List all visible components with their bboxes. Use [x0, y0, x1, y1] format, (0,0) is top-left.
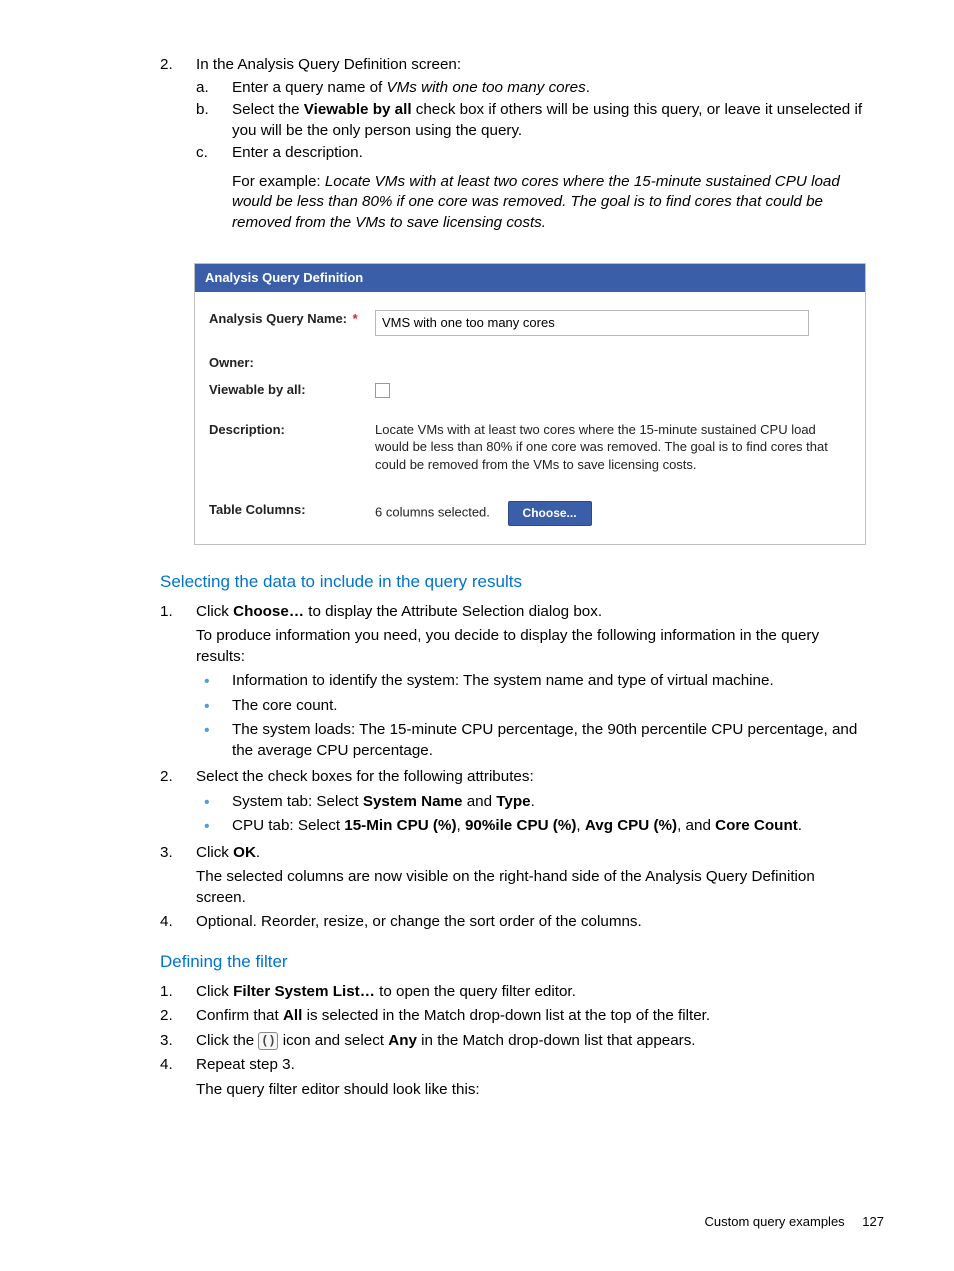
step-2a-num: a.: [196, 78, 209, 99]
list-item: The system loads: The 15-minute CPU perc…: [196, 720, 864, 761]
description-label: Description:: [209, 421, 375, 439]
list-item: The core count.: [196, 696, 864, 717]
step-2c-line1: Enter a description.: [232, 144, 363, 161]
sel-s1-num: 1.: [160, 602, 173, 623]
table-columns-value: 6 columns selected.: [375, 505, 490, 520]
defining-step-3: 3. Click the ( ) icon and select Any in …: [160, 1031, 864, 1052]
defining-step-2: 2. Confirm that All is selected in the M…: [160, 1006, 864, 1027]
query-name-label: Analysis Query Name: *: [209, 310, 375, 328]
step-2b-num: b.: [196, 100, 209, 121]
step-2a-pre: Enter a query name of: [232, 79, 387, 96]
step-2a: a. Enter a query name of VMs with one to…: [196, 78, 864, 99]
choose-button[interactable]: Choose...: [508, 501, 592, 525]
step-2b-bold: Viewable by all: [304, 101, 412, 118]
sel-s2-num: 2.: [160, 767, 173, 788]
viewable-by-all-label: Viewable by all:: [209, 381, 375, 399]
list-item: Information to identify the system: The …: [196, 671, 864, 692]
description-value: Locate VMs with at least two cores where…: [375, 421, 851, 474]
defining-step-1: 1. Click Filter System List… to open the…: [160, 982, 864, 1003]
viewable-by-all-checkbox[interactable]: [375, 383, 390, 398]
step-2a-post: .: [586, 79, 590, 96]
step-2-num: 2.: [160, 55, 173, 76]
panel-title: Analysis Query Definition: [195, 264, 865, 292]
owner-label: Owner:: [209, 354, 375, 372]
sel-s4-num: 4.: [160, 912, 173, 933]
step-2c-ex-pre: For example:: [232, 173, 325, 190]
page-number: 127: [862, 1214, 884, 1229]
step-2c: c. Enter a description. For example: Loc…: [196, 143, 864, 233]
step-2c-num: c.: [196, 143, 208, 164]
step-2b: b. Select the Viewable by all check box …: [196, 100, 864, 141]
step-2: 2. In the Analysis Query Definition scre…: [160, 55, 864, 545]
required-icon: *: [349, 311, 358, 326]
defining-filter-heading: Defining the filter: [160, 951, 864, 974]
analysis-query-definition-panel: Analysis Query Definition Analysis Query…: [194, 263, 866, 544]
sel-s3-para: The selected columns are now visible on …: [196, 867, 864, 908]
selecting-step-2: 2. Select the check boxes for the follow…: [160, 767, 864, 837]
sel-s1-bold: Choose…: [233, 603, 304, 620]
sel-s3-post: .: [256, 844, 260, 861]
footer-text: Custom query examples: [705, 1214, 845, 1229]
selecting-data-heading: Selecting the data to include in the que…: [160, 571, 864, 594]
list-item: CPU tab: Select 15-Min CPU (%), 90%ile C…: [196, 816, 864, 837]
defining-step-4: 4. Repeat step 3. The query filter edito…: [160, 1055, 864, 1100]
query-name-input[interactable]: [375, 310, 809, 336]
group-paren-icon: ( ): [258, 1032, 278, 1050]
page-footer: Custom query examples 127: [705, 1213, 885, 1231]
sel-s3-pre: Click: [196, 844, 233, 861]
sel-s2-intro: Select the check boxes for the following…: [196, 768, 534, 785]
sel-s1-pre: Click: [196, 603, 233, 620]
sel-s3-num: 3.: [160, 843, 173, 864]
sel-s1-para: To produce information you need, you dec…: [196, 626, 864, 667]
step-2a-ital: VMs with one too many cores: [387, 79, 586, 96]
sel-s3-bold: OK: [233, 844, 256, 861]
table-columns-label: Table Columns:: [209, 501, 375, 519]
sel-s1-post: to display the Attribute Selection dialo…: [304, 603, 602, 620]
step-2b-pre: Select the: [232, 101, 304, 118]
selecting-step-1: 1. Click Choose… to display the Attribut…: [160, 602, 864, 762]
step-2-intro: In the Analysis Query Definition screen:: [196, 56, 461, 73]
list-item: System tab: Select System Name and Type.: [196, 792, 864, 813]
sel-s4-text: Optional. Reorder, resize, or change the…: [196, 913, 642, 930]
selecting-step-4: 4. Optional. Reorder, resize, or change …: [160, 912, 864, 933]
selecting-step-3: 3. Click OK. The selected columns are no…: [160, 843, 864, 909]
